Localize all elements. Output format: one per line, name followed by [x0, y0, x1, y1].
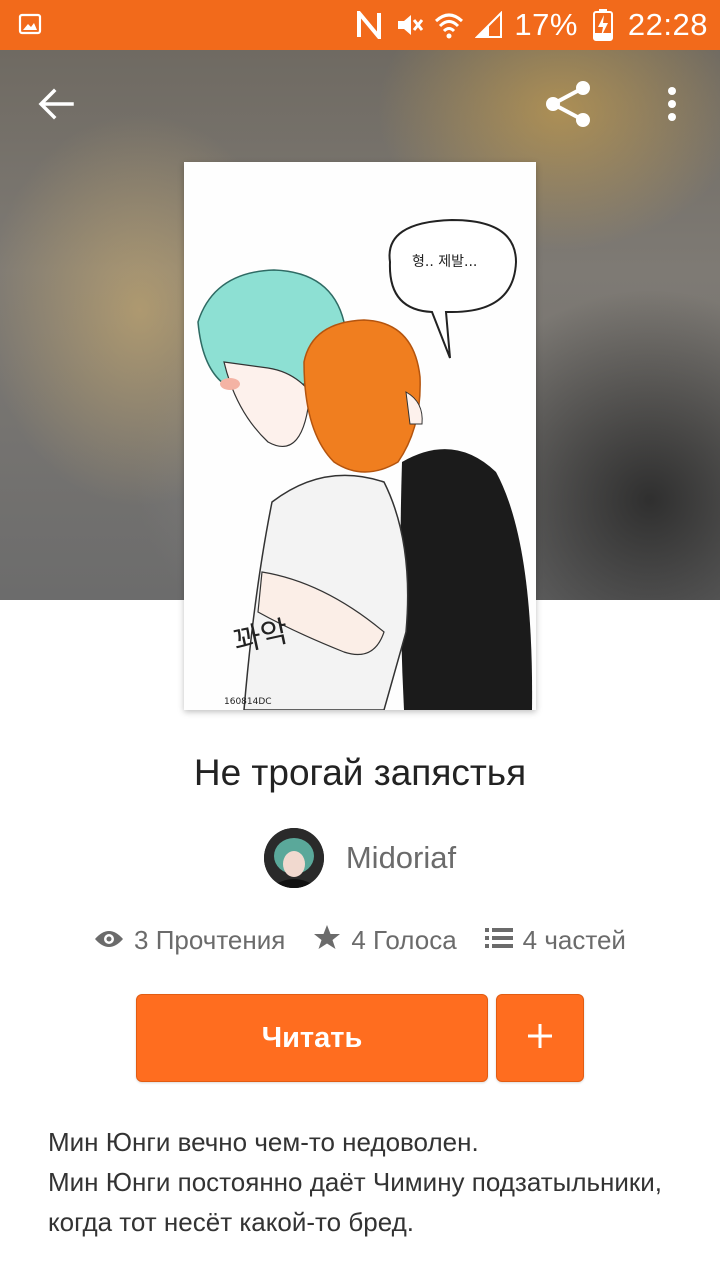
status-icons: 17% 22:28	[354, 0, 708, 50]
story-description: Мин Юнги вечно чем-то недоволен. Мин Юнг…	[48, 1122, 678, 1242]
plus-icon	[526, 1022, 554, 1055]
stat-votes: 4 Голоса	[313, 924, 457, 957]
parts-count: 4 частей	[522, 925, 626, 955]
battery-charging-icon	[588, 9, 618, 41]
more-options-button[interactable]	[640, 74, 704, 138]
story-stats: 3 Прочтения 4 Голоса 4 частей	[0, 924, 720, 957]
author-row[interactable]: Midoriaf	[0, 828, 720, 888]
author-name[interactable]: Midoriaf	[346, 840, 456, 876]
stat-parts: 4 частей	[484, 925, 626, 956]
artist-signature: 160814DC	[224, 697, 272, 707]
speech-bubble-text: 형.. 제발...	[412, 254, 477, 270]
list-icon	[484, 925, 513, 956]
back-arrow-icon	[38, 88, 74, 125]
description-line: Мин Юнги вечно чем-то недоволен.	[48, 1127, 479, 1157]
cover-illustration: 형.. 제발... 꽈악 160814DC	[184, 162, 536, 710]
status-bar: 17% 22:28	[0, 0, 720, 50]
eye-icon	[94, 925, 124, 956]
share-icon	[543, 79, 593, 134]
story-details-screen: 17% 22:28 형.. 제발... 꽈악 160814DC Не трога…	[0, 0, 720, 1280]
mute-icon	[394, 10, 424, 40]
more-vertical-icon	[667, 86, 677, 126]
votes-count: 4 Голоса	[351, 925, 457, 955]
avatar[interactable]	[263, 828, 324, 888]
story-title: Не трогай запястья	[193, 752, 527, 793]
add-to-library-button[interactable]	[496, 994, 584, 1082]
story-cover[interactable]: 형.. 제발... 꽈악 160814DC	[184, 162, 536, 710]
battery-percent: 17%	[514, 7, 578, 42]
clock: 22:28	[627, 7, 708, 42]
read-button[interactable]: Читать	[136, 994, 488, 1082]
star-icon	[313, 924, 341, 957]
image-icon	[18, 12, 42, 36]
nfc-icon	[354, 10, 384, 40]
signal-icon	[474, 10, 504, 40]
description-line: Мин Юнги постоянно даёт Чимину подзатыль…	[48, 1167, 663, 1237]
stat-reads: 3 Прочтения	[94, 925, 285, 956]
share-button[interactable]	[536, 74, 600, 138]
reads-count: 3 Прочтения	[134, 925, 286, 955]
wifi-icon	[434, 10, 464, 40]
back-button[interactable]	[24, 74, 88, 138]
